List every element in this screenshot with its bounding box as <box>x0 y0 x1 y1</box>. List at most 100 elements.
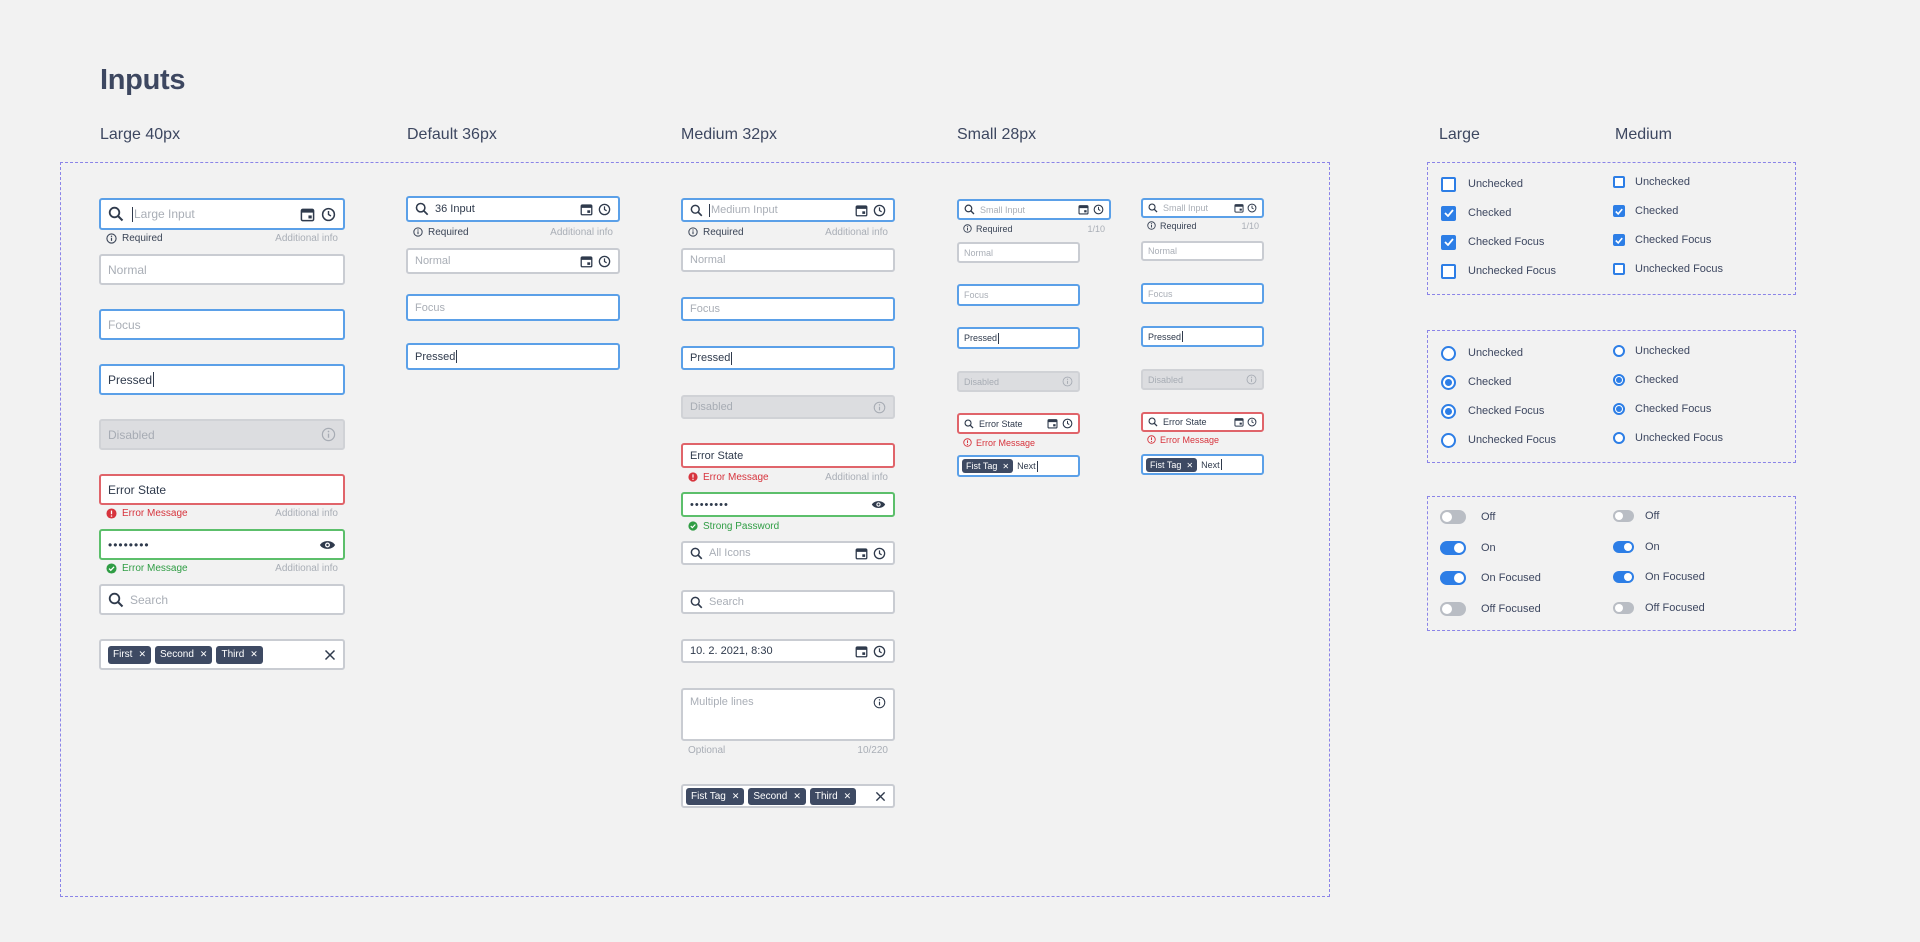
calendar-icon[interactable] <box>1078 204 1089 215</box>
clock-icon[interactable] <box>1247 417 1257 427</box>
toggle-large-on-focused[interactable]: On Focused <box>1440 570 1541 586</box>
checkbox[interactable] <box>1613 234 1625 246</box>
radio[interactable] <box>1441 432 1456 448</box>
clock-icon[interactable] <box>873 645 886 658</box>
tag-chip[interactable]: Fist Tag ✕ <box>686 787 745 805</box>
default-input[interactable]: 36 Input <box>406 196 620 222</box>
tag-chip[interactable]: First ✕ <box>108 645 151 664</box>
large-input-normal[interactable]: Normal <box>99 254 345 285</box>
toggle-switch[interactable] <box>1613 510 1634 522</box>
tag-chip[interactable]: Fist Tag ✕ <box>962 459 1014 473</box>
toggle-large-off-focused[interactable]: Off Focused <box>1440 601 1541 617</box>
tag-chip[interactable]: Fist Tag ✕ <box>1146 457 1198 472</box>
clock-icon[interactable] <box>321 207 336 222</box>
checkbox-medium-unchecked-focus[interactable]: Unchecked Focus <box>1613 262 1723 276</box>
large-tag-input[interactable]: First ✕ Second ✕ Third ✕ <box>99 639 345 670</box>
small-compact-focus[interactable]: Focus <box>1141 283 1264 304</box>
toggle-switch[interactable] <box>1613 602 1634 614</box>
clock-icon[interactable] <box>873 204 886 217</box>
checkbox[interactable] <box>1441 205 1456 221</box>
small-tag-input[interactable]: Fist Tag ✕ Next <box>957 455 1080 477</box>
toggle-large-on[interactable]: On <box>1440 540 1496 556</box>
calendar-icon[interactable] <box>1234 417 1244 427</box>
checkbox-medium-unchecked[interactable]: Unchecked <box>1613 175 1690 189</box>
radio[interactable] <box>1441 374 1456 390</box>
radio[interactable] <box>1613 374 1625 386</box>
small-input-pressed[interactable]: Pressed <box>957 327 1080 349</box>
calendar-icon[interactable] <box>1234 203 1244 213</box>
tag-chip[interactable]: Third ✕ <box>809 787 857 805</box>
toggle-large-off[interactable]: Off <box>1440 509 1495 525</box>
checkbox[interactable] <box>1613 205 1625 217</box>
large-input-pressed[interactable]: Pressed <box>99 364 345 395</box>
calendar-icon[interactable] <box>300 207 315 222</box>
small-input-normal[interactable]: Normal <box>957 242 1080 263</box>
checkbox-large-checked[interactable]: Checked <box>1441 205 1511 221</box>
checkbox[interactable] <box>1613 176 1625 188</box>
radio-medium-unchecked-focus[interactable]: Unchecked Focus <box>1613 431 1723 445</box>
checkbox-large-checked-focus[interactable]: Checked Focus <box>1441 234 1544 250</box>
small-input-error[interactable]: Error State <box>957 413 1080 434</box>
radio-large-unchecked[interactable]: Unchecked <box>1441 345 1523 361</box>
calendar-icon[interactable] <box>1047 418 1058 429</box>
clock-icon[interactable] <box>1062 418 1073 429</box>
toggle-switch[interactable] <box>1440 510 1466 524</box>
clock-icon[interactable] <box>1247 203 1257 213</box>
toggle-medium-off[interactable]: Off <box>1613 509 1659 523</box>
tag-chip[interactable]: Second ✕ <box>155 645 213 664</box>
checkbox[interactable] <box>1613 263 1625 275</box>
medium-password-input[interactable]: •••••••• <box>681 492 895 517</box>
medium-input[interactable]: Medium Input <box>681 198 895 222</box>
checkbox[interactable] <box>1441 176 1456 192</box>
small-input[interactable]: Small Input <box>957 199 1111 220</box>
large-password-input[interactable]: •••••••• <box>99 529 345 560</box>
radio-large-unchecked-focus[interactable]: Unchecked Focus <box>1441 432 1556 448</box>
calendar-icon[interactable] <box>855 204 868 217</box>
close-icon[interactable] <box>324 649 336 661</box>
radio-large-checked-focus[interactable]: Checked Focus <box>1441 403 1544 419</box>
radio[interactable] <box>1441 345 1456 361</box>
toggle-switch[interactable] <box>1440 571 1466 585</box>
medium-textarea[interactable]: Multiple lines <box>681 688 895 741</box>
radio[interactable] <box>1613 403 1625 415</box>
radio-large-checked[interactable]: Checked <box>1441 374 1511 390</box>
toggle-medium-on-focused[interactable]: On Focused <box>1613 570 1705 584</box>
default-input-focus[interactable]: Focus <box>406 294 620 321</box>
checkbox-large-unchecked[interactable]: Unchecked <box>1441 176 1523 192</box>
calendar-icon[interactable] <box>580 203 593 216</box>
radio[interactable] <box>1613 432 1625 444</box>
medium-all-icons-input[interactable]: All Icons <box>681 541 895 565</box>
large-input-error[interactable]: Error State <box>99 474 345 505</box>
default-input-pressed[interactable]: Pressed <box>406 343 620 370</box>
default-input-normal[interactable]: Normal <box>406 248 620 274</box>
checkbox[interactable] <box>1441 234 1456 250</box>
eye-icon[interactable] <box>319 539 336 551</box>
calendar-icon[interactable] <box>855 645 868 658</box>
large-search-input[interactable]: Search <box>99 584 345 615</box>
radio-medium-unchecked[interactable]: Unchecked <box>1613 344 1690 358</box>
checkbox-medium-checked-focus[interactable]: Checked Focus <box>1613 233 1711 247</box>
clock-icon[interactable] <box>598 203 611 216</box>
small-compact-error[interactable]: Error State <box>1141 412 1264 432</box>
small-compact-normal[interactable]: Normal <box>1141 241 1264 261</box>
toggle-switch[interactable] <box>1613 541 1634 553</box>
checkbox-large-unchecked-focus[interactable]: Unchecked Focus <box>1441 263 1556 279</box>
radio[interactable] <box>1613 345 1625 357</box>
small-compact-pressed[interactable]: Pressed <box>1141 326 1264 347</box>
medium-input-focus[interactable]: Focus <box>681 297 895 321</box>
medium-input-error[interactable]: Error State <box>681 443 895 468</box>
tag-chip[interactable]: Second ✕ <box>748 787 806 805</box>
medium-datetime-input[interactable]: 10. 2. 2021, 8:30 <box>681 639 895 663</box>
small-compact-tag-input[interactable]: Fist Tag ✕ Next <box>1141 454 1264 475</box>
radio-medium-checked[interactable]: Checked <box>1613 373 1678 387</box>
medium-search-input[interactable]: Search <box>681 590 895 614</box>
large-input-focus[interactable]: Focus <box>99 309 345 340</box>
large-input[interactable]: Large Input <box>99 198 345 230</box>
tag-chip[interactable]: Third ✕ <box>216 645 263 664</box>
clock-icon[interactable] <box>1093 204 1104 215</box>
medium-input-normal[interactable]: Normal <box>681 248 895 272</box>
checkbox[interactable] <box>1441 263 1456 279</box>
checkbox-medium-checked[interactable]: Checked <box>1613 204 1678 218</box>
small-input-focus[interactable]: Focus <box>957 284 1080 306</box>
eye-icon[interactable] <box>871 499 886 510</box>
